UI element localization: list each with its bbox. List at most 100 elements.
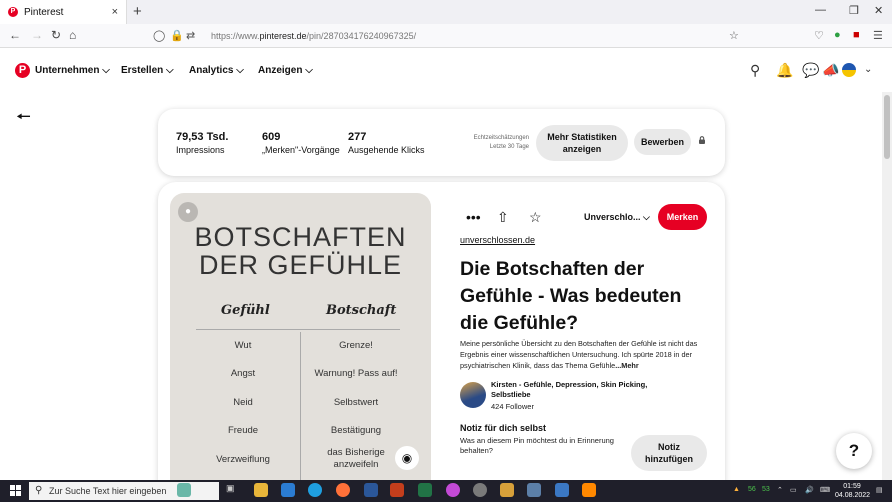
taskbar-clock[interactable]: 01:59 04.08.2022 xyxy=(835,482,871,500)
app-blue-icon[interactable] xyxy=(555,483,569,497)
account-chevron-icon[interactable]: ⌄ xyxy=(864,64,872,75)
notifications-bell-icon[interactable]: 🔔 xyxy=(776,62,793,79)
back-arrow-icon[interactable]: 🠔 xyxy=(16,104,31,133)
news-widget-icon[interactable] xyxy=(177,483,191,497)
nav-erstellen[interactable]: Erstellen ⌵ xyxy=(121,65,174,76)
url-text[interactable]: https://www.pinterest.de/pin/28703417624… xyxy=(211,31,416,41)
table-cell-message: Selbstwert xyxy=(333,397,379,408)
share-icon[interactable]: ⇧ xyxy=(497,209,509,226)
avatar[interactable] xyxy=(842,63,856,77)
help-button[interactable]: ? xyxy=(836,433,872,469)
minimize-icon[interactable]: — xyxy=(815,4,826,16)
pin-title: Die Botschaften der Gefühle - Was bedeut… xyxy=(460,258,682,334)
task-view-icon[interactable]: ▣ xyxy=(226,483,240,497)
pinterest-favicon-icon: P xyxy=(8,7,18,17)
word-icon[interactable] xyxy=(364,483,378,497)
extension-red-icon[interactable]: ■ xyxy=(853,29,860,41)
back-icon[interactable]: ← xyxy=(9,28,21,42)
file-explorer-icon[interactable] xyxy=(254,483,268,497)
source-link[interactable]: unverschlossen.de xyxy=(460,235,535,245)
tag-icon[interactable]: ● xyxy=(178,202,198,222)
stat-label: Impressions xyxy=(176,145,225,155)
image-title-line-2: DER GEFÜHLE xyxy=(198,250,403,280)
mail-icon[interactable] xyxy=(281,483,295,497)
board-selector[interactable]: Unverschlo... ⌵ xyxy=(584,212,650,223)
clock-date: 04.08.2022 xyxy=(835,492,871,499)
network-icon[interactable]: ▭ xyxy=(790,486,797,494)
menu-icon[interactable]: ☰ xyxy=(873,29,883,42)
stat-value: 609 xyxy=(262,131,281,143)
more-stats-button[interactable]: Mehr Statistiken anzeigen xyxy=(536,125,628,161)
clock-time: 01:59 xyxy=(843,483,861,490)
pocket-icon[interactable]: ♡ xyxy=(814,29,824,42)
table-divider-horizontal xyxy=(196,329,400,330)
add-note-button[interactable]: Notiz hinzufügen xyxy=(631,435,707,471)
firefox-icon[interactable] xyxy=(336,483,350,497)
estimate-note: Echtzeitschätzungen Letzte 30 Tage xyxy=(467,134,529,152)
home-icon[interactable]: ⌂ xyxy=(69,28,76,42)
tray-app-icon[interactable]: ▲ xyxy=(733,486,740,493)
image-title-line-1: BOTSCHAFTEN xyxy=(194,222,407,252)
volume-icon[interactable]: 🔊 xyxy=(805,486,814,494)
windows-start-icon[interactable] xyxy=(10,485,21,496)
more-stats-label-1: Mehr Statistiken xyxy=(547,132,617,142)
lock-icon[interactable]: 🔒 xyxy=(170,29,184,42)
more-stats-label-2: anzeigen xyxy=(562,144,602,154)
more-options-icon[interactable]: ••• xyxy=(466,209,481,225)
table-cell-message: Warnung! Pass auf! xyxy=(314,368,398,379)
add-note-label-1: Notiz xyxy=(658,442,680,452)
reload-icon[interactable]: ↻ xyxy=(51,28,61,42)
stat-value: 79,53 Tsd. xyxy=(176,131,229,143)
vlc-icon[interactable] xyxy=(582,483,596,497)
note-title: Notiz für dich selbst xyxy=(460,423,547,433)
edge-icon[interactable] xyxy=(308,483,322,497)
window-close-icon[interactable]: ✕ xyxy=(874,4,883,17)
lock-icon xyxy=(699,136,705,144)
pinterest-logo-icon[interactable]: P xyxy=(15,63,30,78)
app-gray-icon[interactable] xyxy=(473,483,487,497)
nav-anzeigen[interactable]: Anzeigen ⌵ xyxy=(258,65,313,76)
stat-label: „Merken"-Vorgänge xyxy=(262,145,340,155)
shield-icon[interactable]: ◯ xyxy=(153,29,165,42)
tray-expand-icon[interactable]: ⌃ xyxy=(777,486,783,494)
forward-icon[interactable]: → xyxy=(31,28,43,42)
tray-value-a: 56 xyxy=(748,486,756,493)
tray-value-b: 53 xyxy=(762,486,770,493)
megaphone-icon[interactable]: 📣 xyxy=(822,62,839,79)
search-icon[interactable]: ⚲ xyxy=(750,62,760,79)
user-avatar[interactable] xyxy=(460,382,486,408)
promote-button[interactable]: Bewerben xyxy=(634,129,691,155)
language-icon[interactable]: ⌨ xyxy=(820,486,830,494)
app-photos-icon[interactable] xyxy=(527,483,541,497)
nav-unternehmen[interactable]: Unternehmen ⌵ xyxy=(35,65,110,76)
table-cell-feeling: Wut xyxy=(234,340,252,351)
notification-center-icon[interactable]: ▤ xyxy=(876,486,883,494)
permissions-icon[interactable]: ⇄ xyxy=(186,29,195,42)
restore-icon[interactable]: ❐ xyxy=(849,4,859,17)
stat-saves: 609 „Merken"-Vorgänge xyxy=(262,131,340,155)
taskbar-search-icon: ⚲ xyxy=(35,485,43,496)
bookmark-star-icon[interactable]: ☆ xyxy=(729,29,739,42)
image-title: BOTSCHAFTEN DER GEFÜHLE xyxy=(170,223,431,279)
user-name[interactable]: Kirsten - Gefühle, Depression, Skin Pick… xyxy=(491,380,651,400)
new-tab-button[interactable]: + xyxy=(133,3,142,20)
note-text: Was an diesem Pin möchtest du in Erinner… xyxy=(460,436,614,455)
excel-icon[interactable] xyxy=(418,483,432,497)
app-purple-icon[interactable] xyxy=(446,483,460,497)
app-yellow-icon[interactable] xyxy=(500,483,514,497)
table-cell-feeling: Verzweiflung xyxy=(216,454,270,465)
chevron-down-icon: ⌵ xyxy=(166,65,174,76)
nav-analytics[interactable]: Analytics ⌵ xyxy=(189,65,244,76)
chevron-down-icon: ⌵ xyxy=(236,65,244,76)
save-button[interactable]: Merken xyxy=(658,204,707,230)
browser-tab[interactable]: P Pinterest × xyxy=(0,0,127,24)
more-link[interactable]: ...Mehr xyxy=(615,361,639,370)
messages-icon[interactable]: 💬 xyxy=(802,62,819,79)
visual-search-icon[interactable]: ◉ xyxy=(395,446,419,470)
powerpoint-icon[interactable] xyxy=(390,483,404,497)
scrollbar-thumb[interactable] xyxy=(884,95,890,159)
chevron-down-icon: ⌵ xyxy=(643,212,650,222)
tab-close-icon[interactable]: × xyxy=(112,6,118,18)
star-icon[interactable]: ☆ xyxy=(529,209,542,226)
extension-green-icon[interactable]: ● xyxy=(834,29,841,41)
